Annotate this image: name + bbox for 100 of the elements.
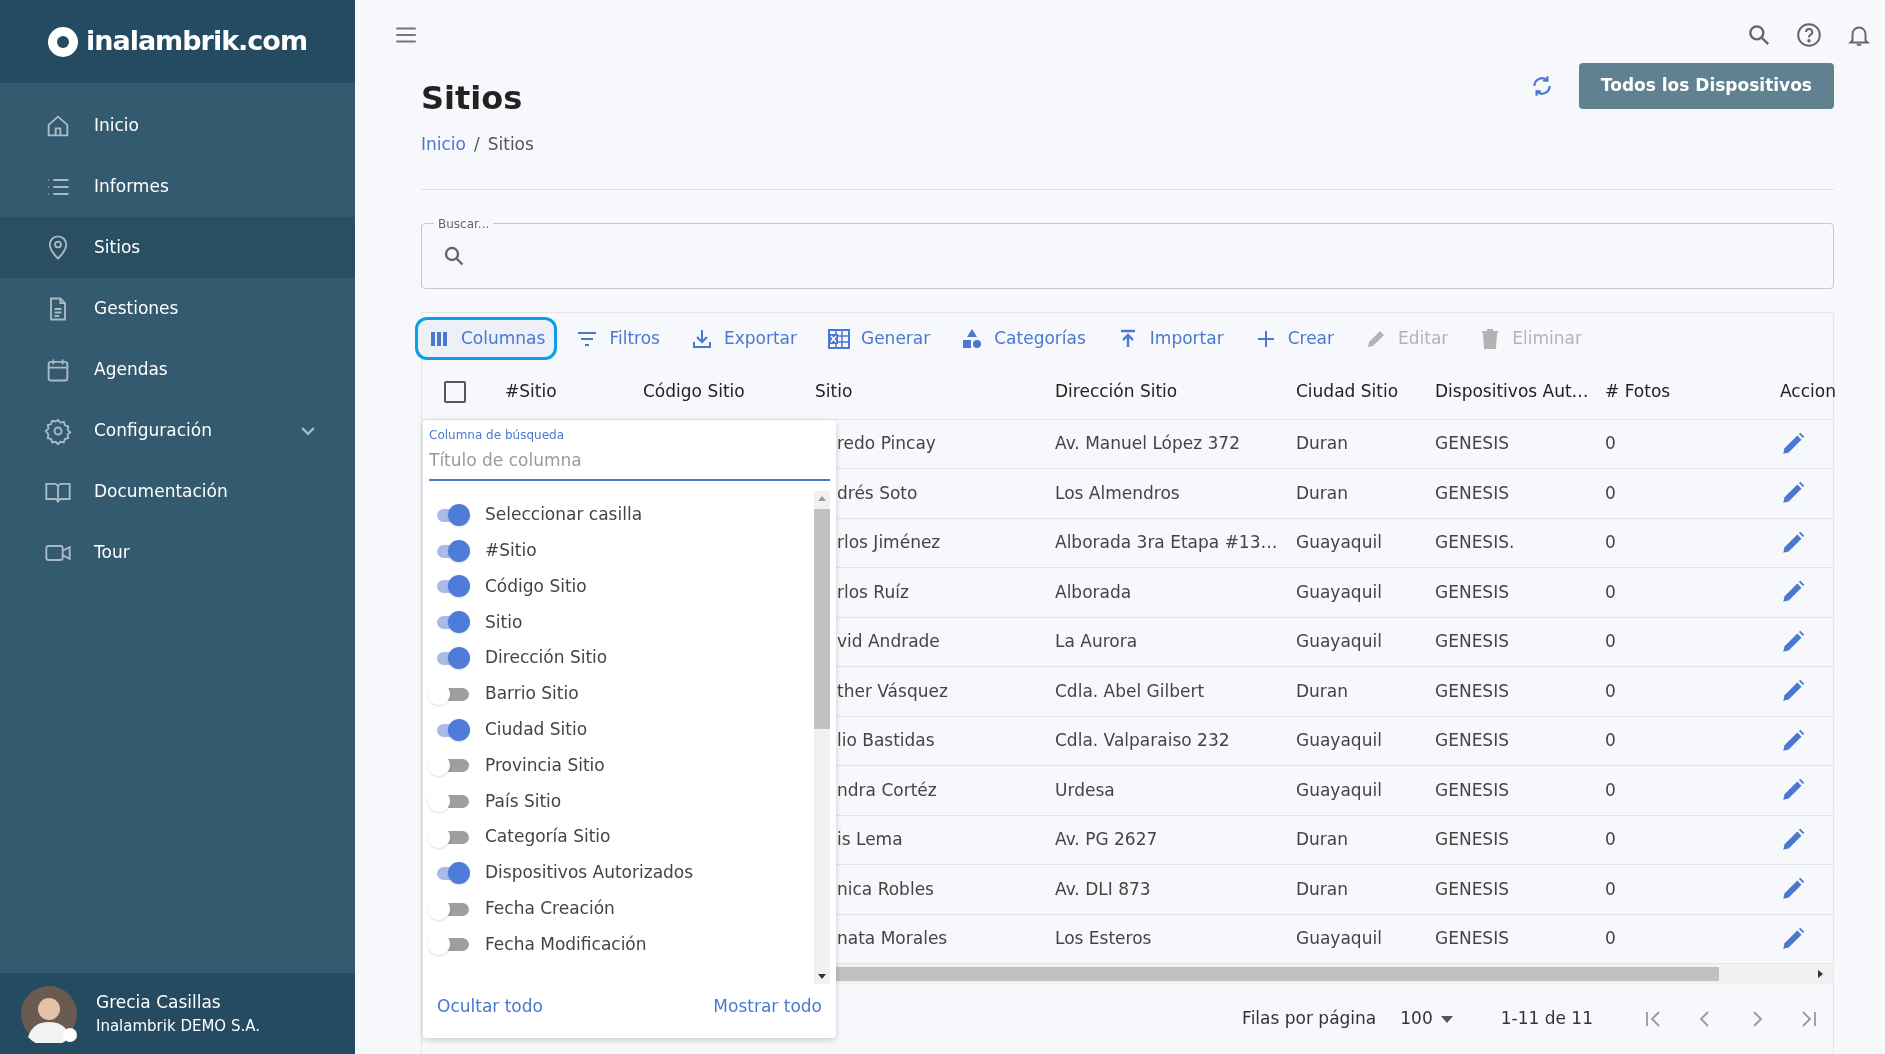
breadcrumb-separator: / (474, 134, 480, 155)
table-cell-text: rlos Jiménez (836, 531, 942, 554)
nav-item[interactable]: Tour (0, 522, 355, 583)
table-cell-text: Av. DLI 873 (1054, 877, 1152, 901)
toggle-switch[interactable] (427, 825, 471, 850)
table-cell-text: Urdesa (1054, 778, 1116, 802)
horizontal-scrollbar[interactable] (836, 964, 1833, 984)
nav-item[interactable]: Informes (0, 156, 355, 217)
vertical-scrollbar[interactable] (814, 491, 830, 984)
pencil-icon[interactable] (1780, 529, 1806, 556)
column-header[interactable]: # Fotos (1591, 378, 1766, 405)
table-cell-text: 0 (1604, 630, 1617, 653)
option-label: Dirección Sitio (485, 646, 608, 670)
table-cell-text: GENESIS (1434, 828, 1510, 851)
avatar[interactable] (20, 984, 78, 1043)
nav-item[interactable]: Inicio (0, 95, 355, 156)
table-cell-text: vid Andrade (836, 630, 941, 653)
hide-all-link[interactable]: Ocultar todo (437, 994, 543, 1020)
column-header[interactable]: Dispositivos Aut… (1421, 378, 1591, 405)
help-icon[interactable] (1796, 21, 1822, 48)
option-label: #Sitio (485, 538, 537, 562)
toolbar-button[interactable]: Generar (815, 316, 943, 361)
table-cell-text: Av. Manuel López 372 (1054, 432, 1241, 455)
option-label: Código Sitio (485, 574, 587, 598)
nav-item[interactable]: Documentación (0, 461, 355, 522)
logo[interactable]: inalambrik.com (85, 21, 308, 62)
breadcrumb-current: Sitios (487, 134, 534, 155)
toolbar-button[interactable]: Importar (1103, 316, 1236, 361)
pencil-icon[interactable] (1780, 826, 1806, 853)
table-cell-text: Guayaquil (1295, 927, 1383, 950)
option-label: Categoría Sitio (485, 825, 611, 849)
column-header[interactable]: Código Sitio (629, 378, 801, 405)
table-cell-text: Cdla. Abel Gilbert (1054, 679, 1206, 703)
breadcrumb-link[interactable]: Inicio (421, 134, 466, 155)
table-cell-text: Los Esteros (1054, 927, 1153, 950)
column-header[interactable]: Ciudad Sitio (1282, 378, 1421, 405)
toggle-switch[interactable] (427, 896, 471, 921)
table-cell-text: 0 (1604, 729, 1617, 752)
table-cell-text: Alborada 3ra Etapa #13… (1054, 531, 1279, 554)
column-header[interactable]: Sitio (801, 378, 1041, 405)
table-cell-text: Duran (1295, 828, 1350, 851)
toolbar-button[interactable]: Crear (1241, 316, 1347, 361)
table-cell-text: is Lema (836, 828, 904, 851)
caret-down-icon (1440, 1015, 1453, 1023)
column-header[interactable]: Dirección Sitio (1041, 378, 1282, 405)
table-cell-text: Alborada (1054, 580, 1133, 604)
table-cell-text: 0 (1604, 778, 1617, 802)
table-cell-text: drés Soto (836, 481, 919, 505)
pencil-icon[interactable] (1780, 925, 1806, 952)
table-cell-text: 0 (1604, 828, 1617, 851)
toggle-switch[interactable] (427, 753, 471, 778)
show-all-link[interactable]: Mostrar todo (713, 994, 822, 1020)
nav-item[interactable]: Configuración (0, 400, 355, 461)
toolbar-button[interactable]: Filtros (563, 316, 672, 361)
table-cell-text: 0 (1604, 481, 1617, 505)
table-cell-text: 0 (1604, 531, 1617, 554)
option-label: Seleccionar casilla (485, 503, 643, 527)
toolbar-button[interactable]: Exportar (677, 316, 809, 361)
option-label: Fecha Modificación (485, 932, 647, 956)
pencil-icon[interactable] (1780, 628, 1806, 655)
toolbar-button[interactable]: Categorías (948, 316, 1098, 361)
table-cell-text: Guayaquil (1295, 630, 1383, 653)
table-cell-text: GENESIS (1434, 778, 1510, 802)
column-header[interactable]: #Sitio (491, 378, 629, 405)
table-cell-text: 0 (1604, 580, 1617, 604)
table-cell-text: 0 (1604, 432, 1617, 455)
toggle-switch[interactable] (427, 932, 471, 957)
page-range: 1-11 de 11 (1500, 1007, 1593, 1031)
table-cell-text: lio Bastidas (836, 729, 936, 752)
nav-item[interactable]: Agendas (0, 339, 355, 400)
table-cell-text: GENESIS (1434, 432, 1510, 455)
checkbox[interactable] (444, 380, 466, 403)
option-label: País Sitio (485, 789, 562, 813)
table-cell-text: GENESIS (1434, 729, 1510, 752)
nav-item[interactable]: Sitios (0, 217, 355, 278)
table-cell-text: rlos Ruíz (836, 580, 910, 604)
chevron-down-icon (301, 426, 315, 435)
table-cell-text: ndra Cortéz (836, 778, 938, 802)
rows-per-page-select[interactable]: 100 (1400, 1006, 1453, 1032)
table-cell-text: Duran (1295, 432, 1350, 455)
toolbar-button[interactable]: Columnas (415, 316, 558, 361)
table-cell-text: Av. PG 2627 (1054, 828, 1159, 851)
rows-per-page-label: Filas por página (1242, 1007, 1377, 1031)
table-cell-text: nata Morales (836, 927, 949, 950)
pencil-icon[interactable] (1780, 430, 1806, 457)
option-label: Sitio (485, 610, 523, 634)
column-header[interactable]: Accion (1766, 378, 1833, 405)
toggle-switch[interactable] (427, 789, 471, 814)
table-cell-text: GENESIS (1434, 630, 1510, 653)
table-cell-text: La Aurora (1054, 630, 1139, 653)
toggle-switch[interactable] (427, 681, 471, 706)
scroll-right-arrow-icon[interactable] (1818, 970, 1823, 978)
table-cell-text: 0 (1604, 679, 1617, 703)
all-devices-button[interactable]: Todos los Dispositivos (1578, 63, 1834, 109)
table-cell-text: redo Pincay (836, 432, 937, 455)
pencil-icon[interactable] (1780, 727, 1806, 754)
table-cell-text: GENESIS (1434, 927, 1510, 950)
nav-item[interactable]: Gestiones (0, 278, 355, 339)
user-name: Grecia Casillas (96, 990, 222, 1014)
table-cell-text: GENESIS (1434, 679, 1510, 703)
